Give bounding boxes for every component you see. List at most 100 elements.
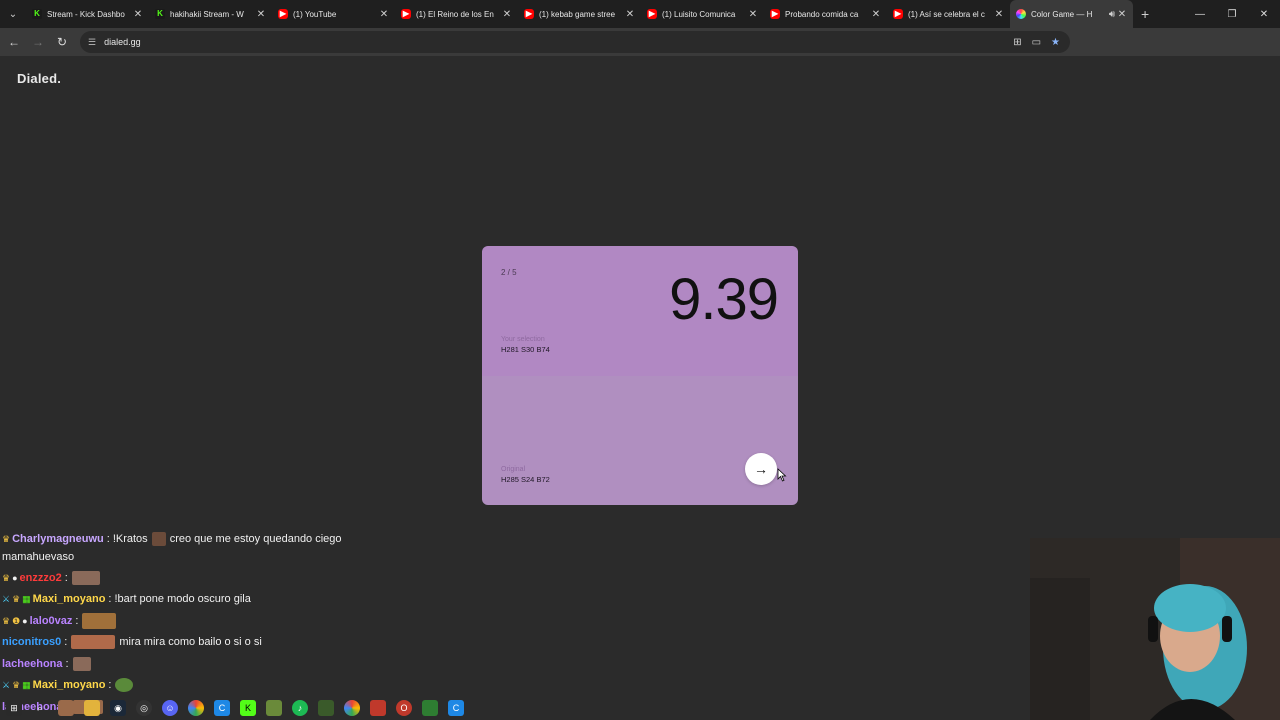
crown-badge-icon: ♛ bbox=[2, 615, 11, 626]
brand-logo[interactable]: Dialed. bbox=[17, 71, 61, 86]
chat-message: niconitros0: mira mira como bailo o si o… bbox=[2, 635, 262, 649]
tab-title: Stream - Kick Dashbo bbox=[47, 9, 125, 19]
omnibox-actions: ⊞ ▭ ★ bbox=[1013, 31, 1060, 53]
emote-image bbox=[71, 571, 100, 585]
chat-username: enzzzo2 bbox=[19, 572, 62, 584]
chrome-icon[interactable] bbox=[344, 700, 360, 716]
forward-button[interactable]: → bbox=[26, 28, 50, 56]
chrome-icon[interactable] bbox=[188, 700, 204, 716]
tab[interactable]: ▶ (1) Así se celebra el c ✕ bbox=[887, 0, 1010, 28]
spotify-icon[interactable]: ♪ bbox=[292, 700, 308, 716]
tab[interactable]: ▶ (1) El Reino de los En ✕ bbox=[395, 0, 518, 28]
original-label: Original bbox=[501, 466, 526, 473]
chat-username: Maxi_moyano bbox=[32, 679, 106, 691]
tab[interactable]: ▶ Probando comida ca ✕ bbox=[764, 0, 887, 28]
tab-active[interactable]: Color Game — H 🔊︎ ✕ bbox=[1010, 0, 1133, 28]
search-icon[interactable]: ⌕ bbox=[32, 700, 48, 716]
sub-badge-icon: ▦ bbox=[22, 679, 31, 690]
back-button[interactable]: ← bbox=[2, 28, 26, 56]
youtube-icon: ▶ bbox=[770, 9, 780, 19]
close-window-icon[interactable]: ✕ bbox=[1248, 0, 1280, 28]
app-icon[interactable] bbox=[370, 700, 386, 716]
emote-image bbox=[72, 657, 91, 671]
discord-icon[interactable]: ☺ bbox=[162, 700, 178, 716]
selection-value: H281 S30 B74 bbox=[501, 345, 550, 354]
address-bar[interactable]: ☰ dialed.gg ⊞ ▭ ★ bbox=[80, 31, 1070, 53]
tab-strip: ⌄ K Stream - Kick Dashbo ✕ Khakihakii Stre… bbox=[0, 0, 1280, 28]
restore-icon[interactable]: ❐ bbox=[1216, 0, 1248, 28]
steam-icon[interactable]: ◉ bbox=[110, 700, 126, 716]
tab-title: (1) Así se celebra el c bbox=[908, 9, 985, 19]
translate-icon[interactable]: ⊞ bbox=[1013, 37, 1021, 48]
chat-message: ⚔︎ ♛ ▦ Maxi_moyano: bbox=[2, 678, 137, 692]
close-icon[interactable]: ✕ bbox=[502, 9, 512, 20]
chat-text: !bart pone modo oscuro gila bbox=[114, 593, 251, 605]
obs-icon[interactable]: ◎ bbox=[136, 700, 152, 716]
close-icon[interactable]: ✕ bbox=[1117, 9, 1127, 20]
start-icon[interactable]: ⊞ bbox=[6, 700, 22, 716]
youtube-icon: ▶ bbox=[524, 9, 534, 19]
tab[interactable]: ▶ (1) YouTube ✕ bbox=[272, 0, 395, 28]
tab[interactable]: K Stream - Kick Dashbo ✕ bbox=[26, 0, 149, 28]
emote-image bbox=[115, 678, 134, 692]
tab[interactable]: Khakihakii Stream - W ✕ bbox=[149, 0, 272, 28]
tab-title: (1) Luisito Comunica bbox=[662, 9, 736, 19]
crown-badge-icon: ♛ bbox=[12, 593, 21, 604]
speaker-icon[interactable]: 🔊︎ bbox=[1107, 9, 1117, 20]
original-swatch: Original H285 S24 B72 → bbox=[482, 376, 798, 505]
app-icon[interactable] bbox=[58, 700, 74, 716]
url-text: dialed.gg bbox=[104, 37, 141, 47]
crown-badge-icon: ♛ bbox=[12, 679, 21, 690]
app-icon[interactable] bbox=[318, 700, 334, 716]
kick-icon: K bbox=[155, 9, 165, 19]
emote-image bbox=[71, 635, 116, 649]
tab-title: hakihakii Stream - W bbox=[170, 9, 244, 19]
close-icon[interactable]: ✕ bbox=[871, 9, 881, 20]
close-icon[interactable]: ✕ bbox=[748, 9, 758, 20]
new-tab-button[interactable]: + bbox=[1141, 6, 1149, 22]
chat-badge-icon: ❶ bbox=[12, 615, 21, 626]
close-icon[interactable]: ✕ bbox=[379, 9, 389, 20]
tab-search-icon[interactable]: ⌄ bbox=[0, 0, 26, 28]
tab[interactable]: ▶ (1) kebab game stree ✕ bbox=[518, 0, 641, 28]
chat-text: creo que me estoy quedando ciego bbox=[169, 533, 342, 545]
crown-badge-icon: ♛ bbox=[2, 572, 11, 583]
reload-button[interactable]: ↻ bbox=[50, 28, 74, 56]
youtube-icon: ▶ bbox=[893, 9, 903, 19]
opera-icon[interactable]: O bbox=[396, 700, 412, 716]
tab[interactable]: ▶ (1) Luisito Comunica ✕ bbox=[641, 0, 764, 28]
webcam-feed-image bbox=[1030, 538, 1280, 720]
youtube-icon: ▶ bbox=[401, 9, 411, 19]
close-icon[interactable]: ✕ bbox=[133, 9, 143, 20]
close-icon[interactable]: ✕ bbox=[256, 9, 266, 20]
chat-text: mira mira como bailo o si o si bbox=[119, 636, 262, 648]
score-value: 9.39 bbox=[669, 267, 779, 332]
next-round-button[interactable]: → bbox=[745, 453, 777, 485]
result-card: 2 / 5 9.39 Your selection H281 S30 B74 O… bbox=[482, 246, 798, 505]
selection-label: Your selection bbox=[501, 336, 545, 343]
emote-image bbox=[151, 532, 166, 546]
site-info-icon[interactable]: ☰ bbox=[88, 37, 96, 48]
chat-badge-icon: ● bbox=[12, 573, 18, 583]
app-icon[interactable]: C bbox=[214, 700, 230, 716]
minecraft-icon[interactable] bbox=[266, 700, 282, 716]
tab-title: Probando comida ca bbox=[785, 9, 859, 19]
close-icon[interactable]: ✕ bbox=[625, 9, 635, 20]
bookmark-star-icon[interactable]: ★ bbox=[1051, 37, 1060, 48]
mouse-cursor-icon bbox=[777, 468, 787, 482]
youtube-icon: ▶ bbox=[647, 9, 657, 19]
chat-username: Maxi_moyano bbox=[32, 593, 106, 605]
app-icon[interactable] bbox=[422, 700, 438, 716]
chat-message: ♛ ● enzzzo2: bbox=[2, 571, 104, 585]
app-icon[interactable]: C bbox=[448, 700, 464, 716]
tab-title: (1) kebab game stree bbox=[539, 9, 616, 19]
minimize-icon[interactable]: — bbox=[1184, 0, 1216, 28]
cast-icon[interactable]: ▭ bbox=[1032, 37, 1041, 48]
chat-message: mamahuevaso bbox=[2, 551, 74, 563]
emote-image bbox=[82, 613, 117, 629]
close-icon[interactable]: ✕ bbox=[994, 9, 1004, 20]
folder-icon[interactable] bbox=[84, 700, 100, 716]
kick-icon[interactable]: K bbox=[240, 700, 256, 716]
tab-title: (1) El Reino de los En bbox=[416, 9, 494, 19]
tab-title: Color Game — H bbox=[1031, 9, 1093, 19]
